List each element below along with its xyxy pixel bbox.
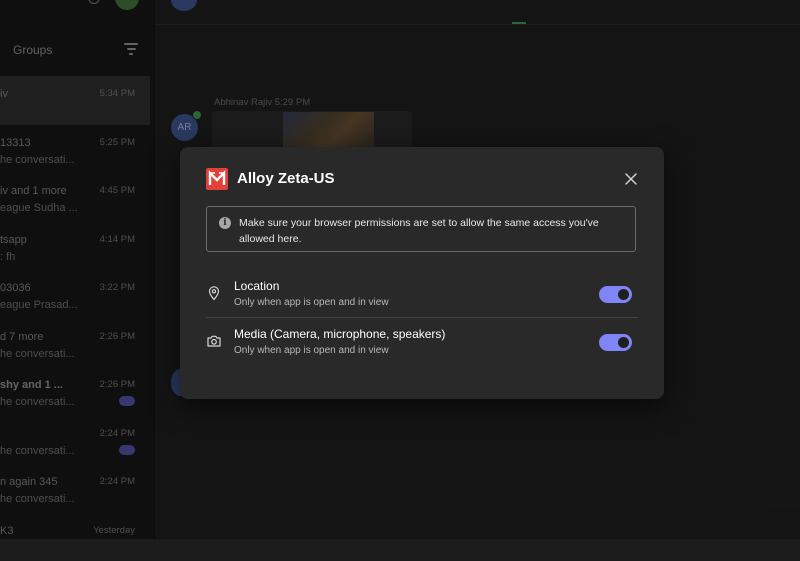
media-toggle[interactable] (599, 334, 632, 351)
permission-subtitle: Only when app is open and in view (234, 297, 389, 308)
location-toggle[interactable] (599, 286, 632, 303)
location-pin-icon (206, 285, 222, 301)
info-text: Make sure your browser permissions are s… (239, 215, 629, 247)
toggle-knob (618, 337, 629, 348)
app-logo (206, 168, 228, 190)
app-permissions-dialog: Alloy Zeta-US i Make sure your browser p… (180, 147, 664, 399)
divider (206, 317, 638, 318)
camera-icon (206, 333, 222, 349)
close-button[interactable] (620, 168, 642, 190)
permission-row-location: Location Only when app is open and in vi… (206, 275, 638, 321)
permission-row-media: Media (Camera, microphone, speakers) Onl… (206, 323, 638, 369)
permission-subtitle: Only when app is open and in view (234, 345, 389, 356)
toggle-knob (618, 289, 629, 300)
permission-title: Location (234, 279, 279, 293)
info-banner: i Make sure your browser permissions are… (206, 206, 636, 252)
dialog-title: Alloy Zeta-US (237, 170, 335, 187)
permission-title: Media (Camera, microphone, speakers) (234, 327, 445, 341)
close-icon (620, 168, 642, 190)
info-icon: i (219, 217, 231, 229)
